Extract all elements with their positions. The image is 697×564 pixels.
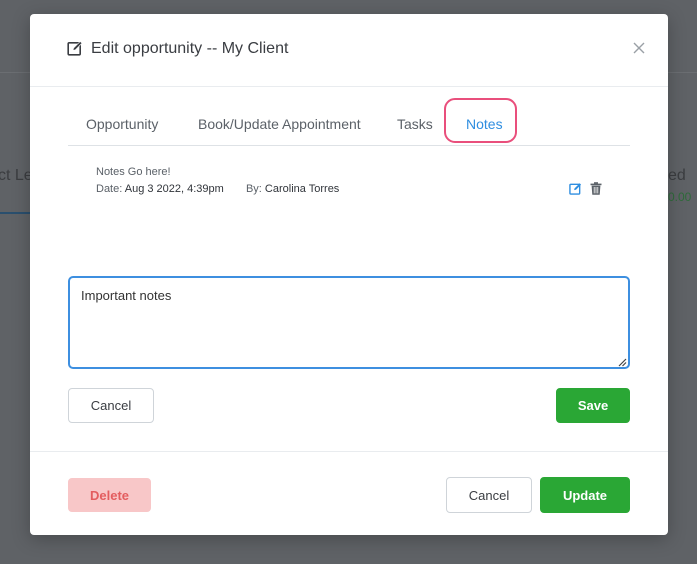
modal-header: Edit opportunity -- My Client — [30, 14, 668, 86]
note-meta: Date: Aug 3 2022, 4:39pm By: Carolina To… — [96, 183, 339, 195]
note-input[interactable]: Important notes — [68, 276, 630, 369]
delete-button[interactable]: Delete — [68, 478, 151, 512]
cancel-button[interactable]: Cancel — [446, 477, 532, 513]
cancel-note-button[interactable]: Cancel — [68, 388, 154, 423]
background-tab-label-left: ct Le — [0, 167, 33, 184]
background-amount: 0.00 — [668, 190, 692, 204]
footer-divider — [30, 451, 668, 452]
header-divider — [30, 86, 668, 87]
tab-notes[interactable]: Notes — [466, 99, 503, 145]
trash-icon[interactable] — [590, 182, 602, 195]
close-icon[interactable] — [631, 40, 647, 56]
note-date-label: Date: — [96, 183, 123, 195]
note-date-value: Aug 3 2022, 4:39pm — [124, 183, 224, 195]
note-author: Carolina Torres — [264, 183, 340, 195]
note-by-label: By: — [245, 183, 262, 195]
tab-bar: Opportunity Book/Update Appointment Task… — [68, 98, 630, 145]
update-button[interactable]: Update — [540, 477, 630, 513]
note-edit-icon[interactable] — [569, 182, 582, 195]
modal-title: Edit opportunity -- My Client — [91, 40, 289, 57]
tabs-divider — [68, 145, 630, 146]
tab-book-update-appointment[interactable]: Book/Update Appointment — [198, 99, 361, 145]
resize-handle-icon[interactable] — [617, 357, 627, 367]
save-note-button[interactable]: Save — [556, 388, 630, 423]
background-tab-underline — [0, 212, 30, 214]
tab-tasks[interactable]: Tasks — [397, 99, 433, 145]
note-text: Notes Go here! — [96, 166, 171, 178]
edit-icon — [67, 40, 83, 56]
background-tab-label-right: ed — [668, 167, 686, 184]
tab-opportunity[interactable]: Opportunity — [86, 99, 158, 145]
note-item: Notes Go here! Date: Aug 3 2022, 4:39pm … — [96, 166, 616, 202]
edit-opportunity-modal: Edit opportunity -- My Client Opportunit… — [30, 14, 668, 535]
